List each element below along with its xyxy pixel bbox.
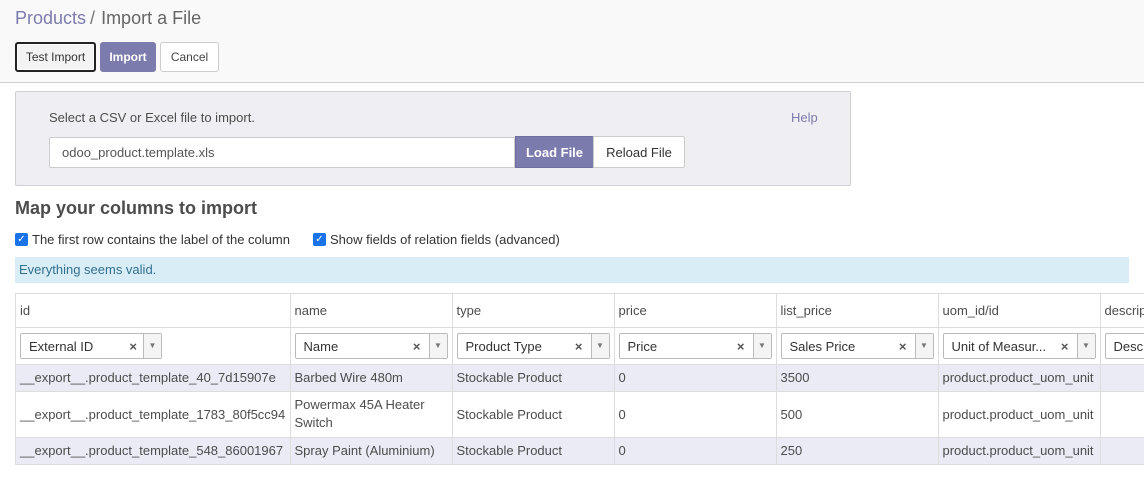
clear-icon[interactable]: × (129, 339, 137, 354)
chevron-down-icon[interactable]: ▼ (428, 333, 447, 358)
relation-fields-checkbox-label[interactable]: Show fields of relation fields (advanced… (330, 232, 560, 247)
table-row: __export__.product_template_40_7d15907e … (16, 364, 1144, 392)
table-cell: Stockable Product (452, 364, 615, 392)
table-cell (1100, 437, 1144, 465)
column-header: price (614, 294, 777, 328)
relation-fields-checkbox[interactable]: ✓ (313, 233, 326, 246)
field-select-value: External ID (29, 338, 94, 354)
field-select-value: Desc (1113, 338, 1144, 354)
table-cell: Powermax 45A Heater Switch (290, 391, 453, 438)
table-cell: Spray Paint (Aluminium) (290, 437, 453, 465)
table-cell: 0 (614, 391, 777, 438)
option-header-row: ✓ The first row contains the label of th… (15, 232, 290, 247)
column-header: list_price (776, 294, 939, 328)
field-select-value: Name (303, 338, 339, 354)
table-cell: product.product_uom_unit (938, 391, 1101, 438)
field-select-description[interactable]: Desc (1104, 332, 1144, 359)
chevron-down-icon[interactable]: ▼ (590, 333, 609, 358)
field-select-list-price[interactable]: Sales Price × ▼ (780, 332, 934, 359)
table-row: __export__.product_template_1783_80f5cc9… (16, 391, 1144, 438)
header-row-checkbox-label[interactable]: The first row contains the label of the … (32, 232, 290, 247)
import-preview-table-wrap[interactable]: id name type price list_price uom_id/id … (15, 293, 1144, 465)
help-link[interactable]: Help (791, 110, 818, 125)
clear-icon[interactable]: × (575, 339, 583, 354)
breadcrumb: Products / Import a File (15, 8, 201, 29)
breadcrumb-separator: / (90, 8, 96, 28)
column-header-row: id name type price list_price uom_id/id … (16, 294, 1144, 328)
table-cell: 0 (614, 364, 777, 392)
table-cell (1100, 391, 1144, 438)
control-panel: Products / Import a File Test Import Impor… (0, 0, 1144, 83)
field-select-value: Unit of Measur... (951, 338, 1047, 354)
field-select-type[interactable]: Product Type × ▼ (456, 332, 610, 359)
table-row: __export__.product_template_548_86001967… (16, 437, 1144, 465)
column-header: name (290, 294, 453, 328)
chevron-down-icon[interactable]: ▼ (752, 333, 771, 358)
table-cell: Stockable Product (452, 437, 615, 465)
field-select-price[interactable]: Price × ▼ (618, 332, 772, 359)
column-header: id (16, 294, 291, 328)
field-select-value: Price (627, 338, 658, 354)
chevron-down-icon[interactable]: ▼ (143, 333, 161, 358)
field-select-name[interactable]: Name × ▼ (294, 332, 448, 359)
map-columns-title: Map your columns to import (15, 198, 258, 218)
table-cell: 0 (614, 437, 777, 465)
chevron-down-icon[interactable]: ▼ (914, 333, 933, 358)
file-select-panel: Select a CSV or Excel file to import. He… (15, 91, 851, 186)
load-file-button[interactable]: Load File (515, 136, 594, 168)
breadcrumb-current: Import a File (101, 8, 202, 28)
table-cell: __export__.product_template_548_86001967 (16, 437, 291, 465)
table-cell: product.product_uom_unit (938, 364, 1101, 392)
table-cell: 500 (776, 391, 939, 438)
clear-icon[interactable]: × (737, 339, 745, 354)
table-cell: Barbed Wire 480m (290, 364, 453, 392)
field-select-id[interactable]: External ID × ▼ (20, 332, 162, 359)
validation-status-alert: Everything seems valid. (15, 257, 1129, 283)
clear-icon[interactable]: × (413, 339, 421, 354)
table-cell (1100, 364, 1144, 392)
reload-file-button[interactable]: Reload File (593, 136, 685, 168)
table-cell: __export__.product_template_40_7d15907e (16, 364, 291, 392)
test-import-button[interactable]: Test Import (15, 42, 96, 72)
field-mapping-row: External ID × ▼ Name × ▼ Product Type × … (16, 327, 1144, 365)
field-select-uom[interactable]: Unit of Measur... × ▼ (942, 332, 1096, 359)
breadcrumb-products-link[interactable]: Products (15, 8, 86, 28)
table-cell: product.product_uom_unit (938, 437, 1101, 465)
table-cell: 250 (776, 437, 939, 465)
clear-icon[interactable]: × (899, 339, 907, 354)
table-cell: __export__.product_template_1783_80f5cc9… (16, 391, 291, 438)
file-name-input[interactable]: odoo_product.template.xls (49, 137, 515, 168)
column-header: type (452, 294, 615, 328)
field-select-value: Sales Price (789, 338, 856, 354)
table-cell: 3500 (776, 364, 939, 392)
cancel-button[interactable]: Cancel (160, 42, 219, 72)
column-header: descrip (1100, 294, 1144, 328)
table-cell: Stockable Product (452, 391, 615, 438)
chevron-down-icon[interactable]: ▼ (1076, 333, 1095, 358)
file-select-label: Select a CSV or Excel file to import. (49, 110, 255, 125)
import-preview-table: id name type price list_price uom_id/id … (16, 294, 1144, 465)
import-button[interactable]: Import (100, 42, 156, 72)
column-header: uom_id/id (938, 294, 1101, 328)
clear-icon[interactable]: × (1061, 339, 1069, 354)
header-row-checkbox[interactable]: ✓ (15, 233, 28, 246)
field-select-value: Product Type (465, 338, 542, 354)
option-relation-fields: ✓ Show fields of relation fields (advanc… (313, 232, 560, 247)
